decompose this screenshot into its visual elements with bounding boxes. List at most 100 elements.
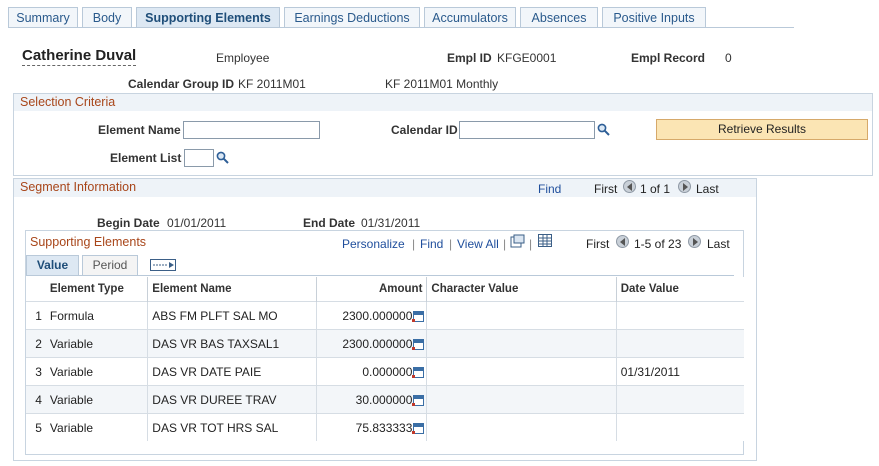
calendar-group-label: Calendar Group ID — [128, 77, 235, 91]
personalize-link[interactable]: Personalize — [342, 237, 405, 251]
calculator-icon[interactable] — [412, 338, 425, 350]
element-type-cell: Variable — [45, 385, 148, 414]
show-all-columns-icon[interactable] — [150, 259, 176, 271]
separator: | — [449, 237, 453, 251]
segment-counter: 1 of 1 — [640, 182, 671, 196]
row-number-text: 3 — [35, 364, 42, 379]
row-number-text: 1 — [35, 308, 42, 323]
calculator-icon[interactable] — [412, 422, 425, 434]
subtab-period[interactable]: Period — [82, 255, 138, 275]
element-list-input[interactable] — [184, 149, 214, 167]
row-number-text: 5 — [35, 420, 42, 435]
element-list-label: Element List — [110, 151, 182, 165]
tab-summary[interactable]: Summary — [8, 7, 78, 27]
tab-absences[interactable]: Absences — [520, 7, 598, 27]
calendar-id-lookup-icon[interactable] — [597, 123, 610, 136]
column-header-date-value[interactable]: Date Value — [615, 277, 744, 302]
subtab-value[interactable]: Value — [26, 255, 79, 275]
grid-find-link[interactable]: Find — [420, 237, 443, 251]
grid-next-icon[interactable] — [688, 235, 701, 248]
employee-label: Employee — [216, 51, 270, 65]
date-value-cell — [615, 329, 744, 358]
tab-supporting-elements[interactable]: Supporting Elements — [136, 7, 280, 28]
element-type-cell: Formula — [45, 301, 148, 330]
download-to-excel-icon[interactable] — [538, 234, 552, 247]
date-value-cell-text: 01/31/2011 — [620, 364, 680, 379]
amount-cell-text: 75.833333 — [355, 420, 413, 435]
retrieve-results-button[interactable]: Retrieve Results — [656, 119, 868, 140]
calculator-icon[interactable] — [412, 366, 425, 378]
element-name-cell: ABS FM PLFT SAL MO — [147, 301, 317, 330]
amount-cell: 0.000000 — [315, 357, 427, 386]
empl-record-value: 0 — [725, 51, 732, 65]
element-name-cell: DAS VR BAS TAXSAL1 — [147, 329, 317, 358]
subtab-underline — [26, 275, 734, 276]
tab-accumulators[interactable]: Accumulators — [424, 7, 516, 27]
row-number: 5 — [26, 413, 46, 441]
grid-previous-icon[interactable] — [616, 235, 629, 248]
element-type-cell-text: Variable — [49, 392, 94, 407]
element-name-label: Element Name — [98, 123, 181, 137]
table-row[interactable]: 5 Variable DAS VR TOT HRS SAL 75.833333 — [26, 413, 744, 441]
grid-first-label[interactable]: First — [586, 237, 609, 251]
segment-next-icon[interactable] — [678, 180, 691, 193]
segment-last-label[interactable]: Last — [696, 182, 719, 196]
amount-cell-text: 2300.000000 — [342, 336, 413, 351]
supporting-elements-table: Element Type Element Name Amount Charact… — [26, 277, 744, 441]
table-row[interactable]: 4 Variable DAS VR DUREE TRAV 30.000000 — [26, 385, 744, 414]
row-number: 3 — [26, 357, 46, 386]
view-all-link[interactable]: View All — [457, 237, 499, 251]
table-row[interactable]: 1 Formula ABS FM PLFT SAL MO 2300.000000 — [26, 301, 744, 330]
begin-date-value: 01/01/2011 — [167, 216, 227, 230]
row-number: 2 — [26, 329, 46, 358]
calendar-id-label: Calendar ID — [391, 123, 458, 137]
amount-cell-text: 0.000000 — [362, 364, 413, 379]
table-row[interactable]: 3 Variable DAS VR DATE PAIE 0.000000 01/31/2… — [26, 357, 744, 386]
column-header-amount[interactable]: Amount — [315, 277, 427, 302]
amount-cell: 2300.000000 — [315, 329, 427, 358]
element-type-cell-text: Variable — [49, 364, 94, 379]
row-number-text: 4 — [35, 392, 42, 407]
element-list-lookup-icon[interactable] — [216, 151, 229, 164]
grid-last-label[interactable]: Last — [707, 237, 730, 251]
segment-previous-icon[interactable] — [623, 180, 636, 193]
new-window-icon[interactable] — [510, 234, 525, 248]
column-header-character-value[interactable]: Character Value — [426, 277, 617, 302]
element-type-cell: Variable — [45, 413, 148, 441]
end-date-label: End Date — [303, 216, 356, 230]
segment-find-link[interactable]: Find — [538, 182, 561, 196]
amount-cell-text: 2300.000000 — [342, 308, 413, 323]
element-type-cell: Variable — [45, 357, 148, 386]
element-type-cell: Variable — [45, 329, 148, 358]
character-value-cell — [426, 385, 617, 414]
separator: | — [412, 237, 416, 251]
element-name-cell: DAS VR DATE PAIE — [147, 357, 317, 386]
row-number-header — [26, 277, 46, 302]
segment-first-label[interactable]: First — [594, 182, 617, 196]
element-type-cell-text: Variable — [49, 420, 94, 435]
empl-id-label: Empl ID — [447, 51, 492, 65]
table-row[interactable]: 2 Variable DAS VR BAS TAXSAL1 2300.000000 — [26, 329, 744, 358]
calendar-group-value: KF 2011M01 — [238, 77, 306, 91]
amount-cell-text: 30.000000 — [355, 392, 413, 407]
element-name-cell-text: DAS VR BAS TAXSAL1 — [152, 336, 280, 351]
element-name-cell: DAS VR DUREE TRAV — [147, 385, 317, 414]
grid-counter: 1-5 of 23 — [634, 237, 682, 251]
end-date-value: 01/31/2011 — [361, 216, 421, 230]
calculator-icon[interactable] — [412, 394, 425, 406]
row-number: 1 — [26, 301, 46, 330]
tab-positive-inputs[interactable]: Positive Inputs — [602, 7, 706, 27]
tab-earnings-deductions[interactable]: Earnings Deductions — [284, 7, 420, 27]
column-header-element-type[interactable]: Element Type — [45, 277, 148, 302]
calendar-id-input[interactable] — [459, 121, 595, 139]
tab-body[interactable]: Body — [82, 7, 132, 27]
selection-criteria-title: Selection Criteria — [14, 94, 872, 111]
empl-record-label: Empl Record — [631, 51, 706, 65]
calculator-icon[interactable] — [412, 310, 425, 322]
character-value-cell — [426, 301, 617, 330]
element-name-input[interactable] — [183, 121, 320, 139]
amount-cell: 30.000000 — [315, 385, 427, 414]
element-name-cell-text: DAS VR TOT HRS SAL — [152, 420, 279, 435]
column-header-element-name[interactable]: Element Name — [147, 277, 317, 302]
separator: | — [503, 237, 507, 251]
